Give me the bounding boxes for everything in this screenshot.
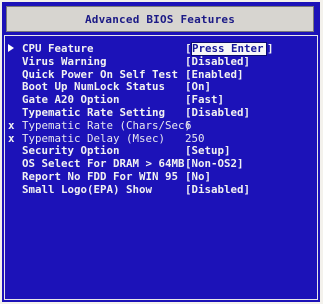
setting-row-typematic-rate-setting[interactable]: Typematic Rate Setting [Disabled] [8,106,314,120]
setting-row-small-logo-show[interactable]: Small Logo(EPA) Show [Disabled] [8,183,314,197]
setting-row-report-no-fdd[interactable]: Report No FDD For WIN 95 [No] [8,170,314,184]
setting-row-typematic-rate: x Typematic Rate (Chars/Sec) 6 [8,118,314,133]
setting-label[interactable]: Typematic Rate Setting [22,106,165,120]
bios-screen: Advanced BIOS Features CPU Feature [ Pre… [2,2,320,302]
setting-value[interactable]: [Disabled] [185,106,250,120]
disabled-marker-icon: x [8,131,15,145]
setting-row-cpu-feature[interactable]: CPU Feature [ Press Enter ] [8,42,314,56]
setting-row-virus-warning[interactable]: Virus Warning [Disabled] [8,55,314,69]
setting-label[interactable]: Report No FDD For WIN 95 [22,170,178,184]
setting-value-bracket-open: [ [185,42,192,55]
setting-value[interactable]: [No] [185,170,211,184]
header-bar: Advanced BIOS Features [6,6,314,32]
setting-value-bracket-close: ] [267,42,274,55]
page-title: Advanced BIOS Features [84,12,236,26]
disabled-marker-icon: x [8,118,15,132]
submenu-arrow-icon [8,43,20,56]
setting-value[interactable]: [Disabled] [185,183,250,197]
selected-setting-value[interactable]: Press Enter [191,42,267,56]
setting-label: Typematic Rate (Chars/Sec) [22,118,192,132]
settings-list: CPU Feature [ Press Enter ] Virus Warnin… [8,42,314,197]
setting-label[interactable]: CPU Feature [22,42,94,56]
setting-value: 6 [185,118,192,132]
setting-value[interactable]: [Disabled] [185,55,250,69]
setting-label[interactable]: Virus Warning [22,55,107,69]
setting-label[interactable]: Small Logo(EPA) Show [22,183,152,197]
